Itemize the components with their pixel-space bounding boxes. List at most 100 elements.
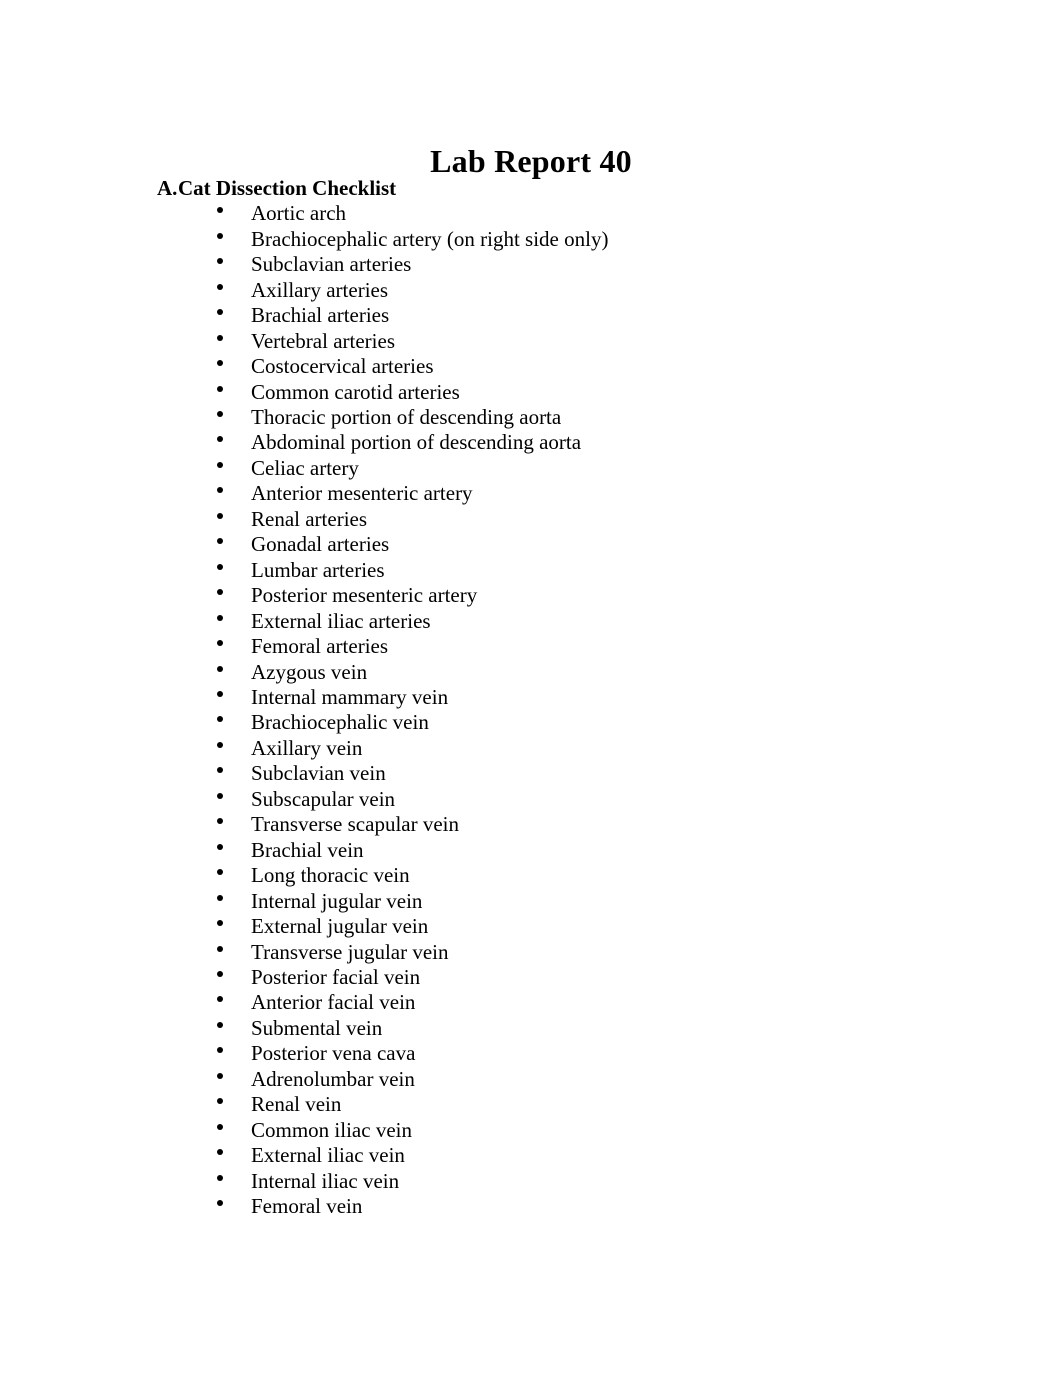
section-cat-dissection-checklist: A.Cat Dissection Checklist Aortic arch B…: [0, 176, 1062, 1220]
list-item-label: Anterior facial vein: [251, 990, 416, 1015]
bullet-icon: [217, 360, 223, 367]
bullet-icon: [217, 869, 223, 876]
list-item: External iliac arteries: [0, 609, 1062, 634]
list-item-label: Common carotid arteries: [251, 379, 460, 404]
list-item-label: Internal iliac vein: [251, 1168, 400, 1193]
list-item-label: Transverse scapular vein: [251, 812, 460, 837]
bullet-icon: [217, 1123, 223, 1130]
bullet-icon: [217, 1021, 223, 1028]
list-item-label: Brachial arteries: [251, 303, 390, 328]
bullet-icon: [217, 563, 223, 570]
list-item-label: Long thoracic vein: [251, 863, 410, 888]
list-item-label: External iliac vein: [251, 1143, 405, 1168]
bullet-icon: [217, 1149, 223, 1156]
list-item-label: Vertebral arteries: [251, 328, 395, 353]
bullet-icon: [217, 385, 223, 392]
list-item-label: Femoral arteries: [251, 634, 389, 659]
bullet-icon: [217, 207, 223, 214]
bullet-icon: [217, 945, 223, 952]
list-item-label: Abdominal portion of descending aorta: [251, 430, 582, 455]
list-item-label: Femoral vein: [251, 1194, 363, 1219]
bullet-icon: [217, 1047, 223, 1054]
bullet-icon: [217, 589, 223, 596]
list-item: External iliac vein: [0, 1143, 1062, 1168]
list-item: Renal arteries: [0, 507, 1062, 532]
bullet-icon: [217, 741, 223, 748]
bullet-icon: [217, 792, 223, 799]
list-item-label: Anterior mesenteric artery: [251, 481, 473, 506]
section-letter: A.: [157, 176, 178, 200]
list-item: Lumbar arteries: [0, 558, 1062, 583]
list-item: Brachial vein: [0, 838, 1062, 863]
list-item-label: Costocervical arteries: [251, 354, 434, 379]
list-item: Subscapular vein: [0, 787, 1062, 812]
bullet-icon: [217, 716, 223, 723]
list-item-label: Aortic arch: [251, 201, 347, 226]
bullet-icon: [217, 767, 223, 774]
list-item: Internal jugular vein: [0, 889, 1062, 914]
list-item-label: Renal vein: [251, 1092, 342, 1117]
list-item: Femoral vein: [0, 1194, 1062, 1219]
list-item: Vertebral arteries: [0, 329, 1062, 354]
bullet-icon: [217, 283, 223, 290]
bullet-icon: [217, 665, 223, 672]
list-item-label: Internal jugular vein: [251, 888, 423, 913]
list-item: Brachiocephalic vein: [0, 710, 1062, 735]
list-item-label: Azygous vein: [251, 659, 368, 684]
bullet-icon: [217, 411, 223, 418]
list-item: Transverse scapular vein: [0, 812, 1062, 837]
list-item-label: Posterior facial vein: [251, 965, 421, 989]
bullet-icon: [217, 640, 223, 647]
bullet-icon: [217, 1174, 223, 1181]
list-item: External jugular vein: [0, 914, 1062, 939]
checklist: Aortic arch Brachiocephalic artery (on r…: [0, 201, 1062, 1219]
list-item: Long thoracic vein: [0, 863, 1062, 888]
list-item: Abdominal portion of descending aorta: [0, 430, 1062, 455]
bullet-icon: [217, 691, 223, 698]
list-item-label: Subscapular vein: [251, 786, 396, 811]
list-item: Posterior facial vein: [0, 965, 1062, 990]
list-item-label: External jugular vein: [251, 914, 429, 939]
list-item: Subclavian vein: [0, 761, 1062, 786]
list-item: Celiac artery: [0, 456, 1062, 481]
list-item-label: Gonadal arteries: [251, 532, 390, 557]
bullet-icon: [217, 232, 223, 239]
bullet-icon: [217, 1098, 223, 1105]
bullet-icon: [217, 996, 223, 1003]
list-item-label: Renal arteries: [251, 506, 368, 531]
bullet-icon: [217, 614, 223, 621]
list-item: Femoral arteries: [0, 634, 1062, 659]
bullet-icon: [217, 894, 223, 901]
list-item-label: Celiac artery: [251, 455, 359, 480]
list-item: Internal iliac vein: [0, 1169, 1062, 1194]
bullet-icon: [217, 1072, 223, 1079]
bullet-icon: [217, 461, 223, 468]
bullet-icon: [217, 258, 223, 265]
bullet-icon: [217, 512, 223, 519]
list-item: Anterior mesenteric artery: [0, 481, 1062, 506]
list-item: Common iliac vein: [0, 1118, 1062, 1143]
list-item-label: Axillary vein: [251, 735, 363, 760]
section-heading: A.Cat Dissection Checklist: [0, 176, 1062, 201]
list-item: Thoracic portion of descending aorta: [0, 405, 1062, 430]
list-item-label: Brachiocephalic vein: [251, 710, 429, 735]
list-item-label: Thoracic portion of descending aorta: [251, 405, 562, 430]
list-item: Brachial arteries: [0, 303, 1062, 328]
list-item-label: Posterior mesenteric artery: [251, 583, 478, 608]
bullet-icon: [217, 843, 223, 850]
list-item: Submental vein: [0, 1016, 1062, 1041]
list-item: Common carotid arteries: [0, 380, 1062, 405]
list-item-label: Transverse jugular vein: [251, 939, 449, 964]
list-item: Aortic arch: [0, 201, 1062, 226]
bullet-icon: [217, 920, 223, 927]
list-item: Anterior facial vein: [0, 990, 1062, 1015]
bullet-icon: [217, 334, 223, 341]
list-item-label: Lumbar arteries: [251, 557, 385, 582]
list-item: Transverse jugular vein: [0, 940, 1062, 965]
page-title: Lab Report 40: [430, 143, 632, 180]
bullet-icon: [217, 971, 223, 977]
bullet-icon: [217, 309, 223, 316]
bullet-icon: [217, 538, 223, 545]
list-item-label: Brachiocephalic artery (on right side on…: [251, 226, 609, 251]
list-item-label: Brachial vein: [251, 837, 364, 862]
